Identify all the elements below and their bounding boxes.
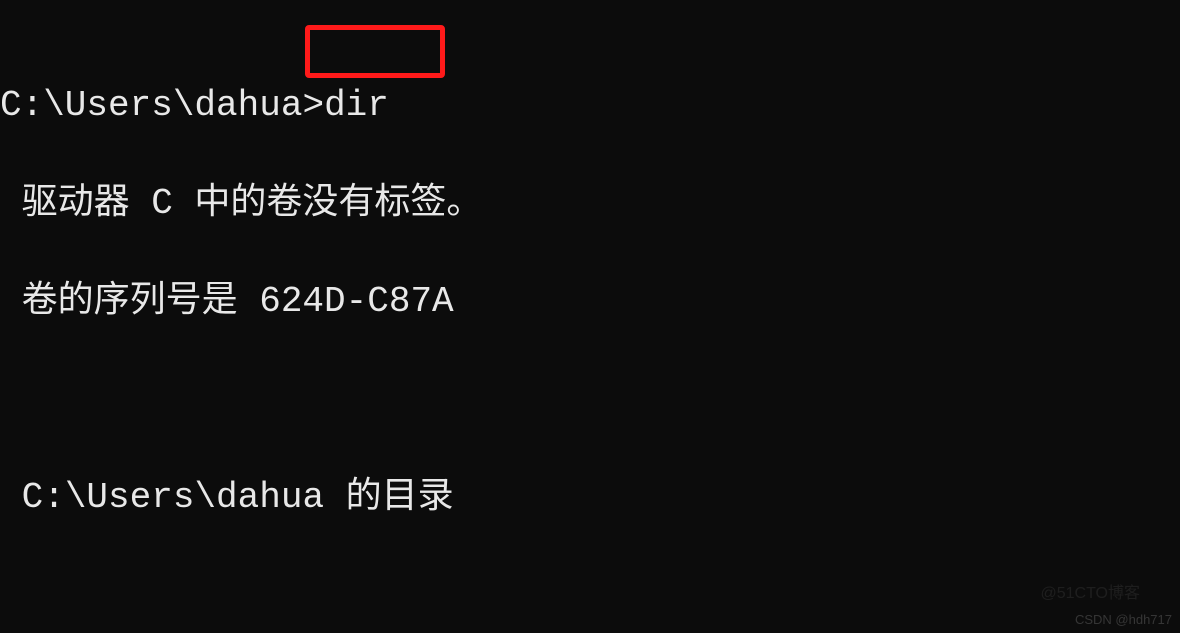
serial-line: 卷的序列号是 624D-C87A xyxy=(0,277,1180,326)
prompt-line: C:\Users\dahua>dir xyxy=(0,81,1180,130)
volume-drive: C xyxy=(151,183,173,224)
prompt-marker: > xyxy=(302,85,324,126)
volume-line: 驱动器 C 中的卷没有标签。 xyxy=(0,179,1180,228)
prompt-command: dir xyxy=(324,85,389,126)
blank-line xyxy=(0,375,1180,424)
prompt-path: C:\Users\dahua xyxy=(0,85,302,126)
blank-line xyxy=(0,571,1180,620)
terminal-output[interactable]: C:\Users\dahua>dir 驱动器 C 中的卷没有标签。 卷的序列号是… xyxy=(0,0,1180,633)
serial-number: 624D-C87A xyxy=(259,281,453,322)
directory-of-path: C:\Users\dahua xyxy=(22,477,324,518)
directory-of-line: C:\Users\dahua 的目录 xyxy=(0,473,1180,522)
command-highlight-box xyxy=(305,25,445,78)
